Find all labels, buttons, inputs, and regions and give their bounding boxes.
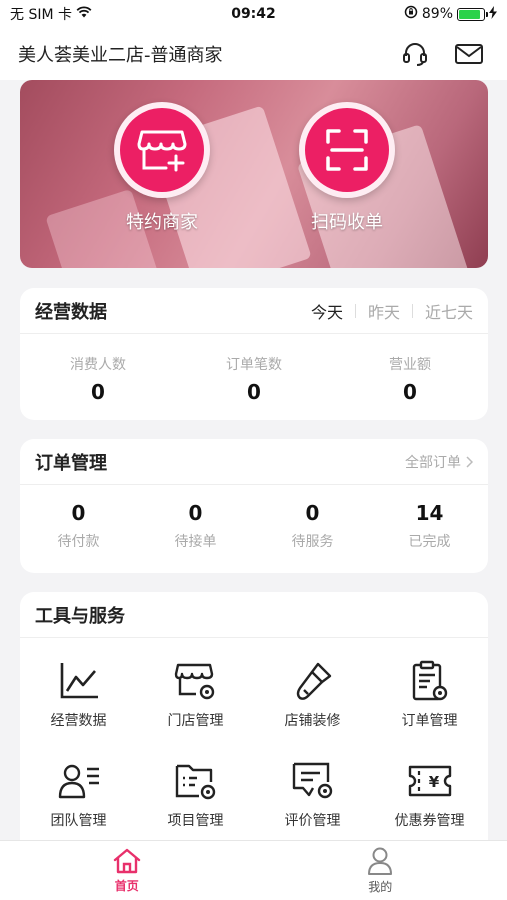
tools-services-card: 工具与服务 经营数据 门店管理 店铺装修 订单管理 团队管理 项目管理 评价管理… (20, 592, 488, 852)
order-count: 0 (71, 501, 86, 525)
order-pending-accept[interactable]: 0 待接单 (137, 501, 254, 551)
order-label: 已完成 (408, 534, 451, 550)
tool-project-management[interactable]: 项目管理 (137, 758, 254, 830)
user-icon (368, 847, 393, 875)
chevron-right-icon (466, 455, 473, 468)
stat-label: 营业额 (389, 357, 431, 373)
stat-label: 订单笔数 (226, 357, 282, 373)
battery-percent: 89% (421, 6, 453, 22)
order-label: 待付款 (57, 534, 100, 550)
tool-label: 项目管理 (167, 813, 224, 829)
stat-customers: 消费人数 0 (20, 354, 176, 404)
page-title: 美人荟美业二店-普通商家 (18, 45, 223, 66)
customer-service-button[interactable] (395, 34, 435, 74)
orientation-lock-icon (404, 5, 418, 23)
line-chart-icon (56, 658, 102, 704)
order-completed[interactable]: 14 已完成 (371, 501, 488, 551)
store-settings-icon (173, 658, 219, 704)
headset-icon (403, 43, 427, 66)
tool-review-management[interactable]: 评价管理 (254, 758, 371, 830)
tool-label: 经营数据 (50, 713, 107, 729)
scan-collect-button[interactable]: 扫码收单 (292, 102, 402, 234)
scan-collect-label: 扫码收单 (311, 212, 383, 233)
messages-button[interactable] (449, 34, 489, 74)
tab-mine-label: 我的 (368, 880, 393, 894)
stat-value: 0 (247, 380, 261, 404)
order-management-title: 订单管理 (35, 452, 107, 474)
business-data-card: 经营数据 今天 昨天 近七天 消费人数 0 订单笔数 0 营业额 0 (20, 288, 488, 420)
tab-yesterday[interactable]: 昨天 (356, 299, 412, 323)
header: 美人荟美业二店-普通商家 (0, 28, 507, 80)
order-count: 0 (188, 501, 203, 525)
folder-settings-icon (173, 758, 219, 804)
order-label: 待接单 (174, 534, 217, 550)
clipboard-settings-icon (407, 658, 453, 704)
tab-mine[interactable]: 我的 (254, 841, 507, 900)
order-count: 0 (305, 501, 320, 525)
coupon-icon: ¥ (407, 758, 453, 804)
scan-icon (326, 129, 368, 171)
period-tabs: 今天 昨天 近七天 (299, 299, 473, 323)
bottom-tab-bar: 首页 我的 (0, 840, 507, 900)
tool-coupon-management[interactable]: ¥ 优惠券管理 (371, 758, 488, 830)
stat-orders: 订单笔数 0 (176, 354, 332, 404)
tool-label: 店铺装修 (284, 713, 341, 729)
status-bar: 无 SIM 卡 09:42 89% (0, 0, 507, 28)
stat-revenue: 营业额 0 (332, 354, 488, 404)
all-orders-label: 全部订单 (405, 454, 461, 471)
mail-icon (455, 44, 483, 64)
charging-icon (489, 5, 497, 23)
tool-label: 评价管理 (284, 813, 341, 829)
order-label: 待服务 (291, 534, 334, 550)
special-merchant-button[interactable]: 特约商家 (107, 102, 217, 234)
tool-label: 优惠券管理 (394, 813, 465, 829)
brush-icon (290, 658, 336, 704)
tab-today[interactable]: 今天 (299, 299, 355, 323)
home-icon (113, 848, 140, 874)
tool-label: 门店管理 (167, 713, 224, 729)
wifi-icon (76, 6, 92, 22)
hero-banner: 特约商家 扫码收单 (20, 80, 488, 268)
tools-services-title: 工具与服务 (35, 605, 125, 627)
stat-value: 0 (403, 380, 417, 404)
business-data-title: 经营数据 (35, 301, 107, 323)
order-count: 14 (415, 501, 444, 525)
tool-label: 订单管理 (401, 713, 458, 729)
order-management-card: 订单管理 全部订单 0 待付款 0 待接单 0 待服务 14 已完成 (20, 439, 488, 573)
stat-label: 消费人数 (70, 357, 126, 373)
special-merchant-label: 特约商家 (126, 212, 198, 233)
tab-home[interactable]: 首页 (0, 841, 254, 900)
comment-settings-icon (290, 758, 336, 804)
tab-last-seven-days[interactable]: 近七天 (413, 299, 473, 323)
tool-shop-decoration[interactable]: 店铺装修 (254, 658, 371, 730)
tool-team-management[interactable]: 团队管理 (20, 758, 137, 830)
tool-label: 团队管理 (50, 813, 107, 829)
tool-order-management[interactable]: 订单管理 (371, 658, 488, 730)
carrier-label: 无 SIM 卡 (10, 7, 72, 23)
order-pending-payment[interactable]: 0 待付款 (20, 501, 137, 551)
order-pending-service[interactable]: 0 待服务 (254, 501, 371, 551)
user-list-icon (56, 758, 102, 804)
stat-value: 0 (91, 380, 105, 404)
tab-home-label: 首页 (114, 879, 139, 893)
tool-business-data[interactable]: 经营数据 (20, 658, 137, 730)
battery-icon (457, 7, 488, 21)
all-orders-link[interactable]: 全部订单 (405, 452, 473, 472)
svg-text:¥: ¥ (428, 773, 439, 791)
tool-store-management[interactable]: 门店管理 (137, 658, 254, 730)
store-add-icon (137, 130, 187, 172)
